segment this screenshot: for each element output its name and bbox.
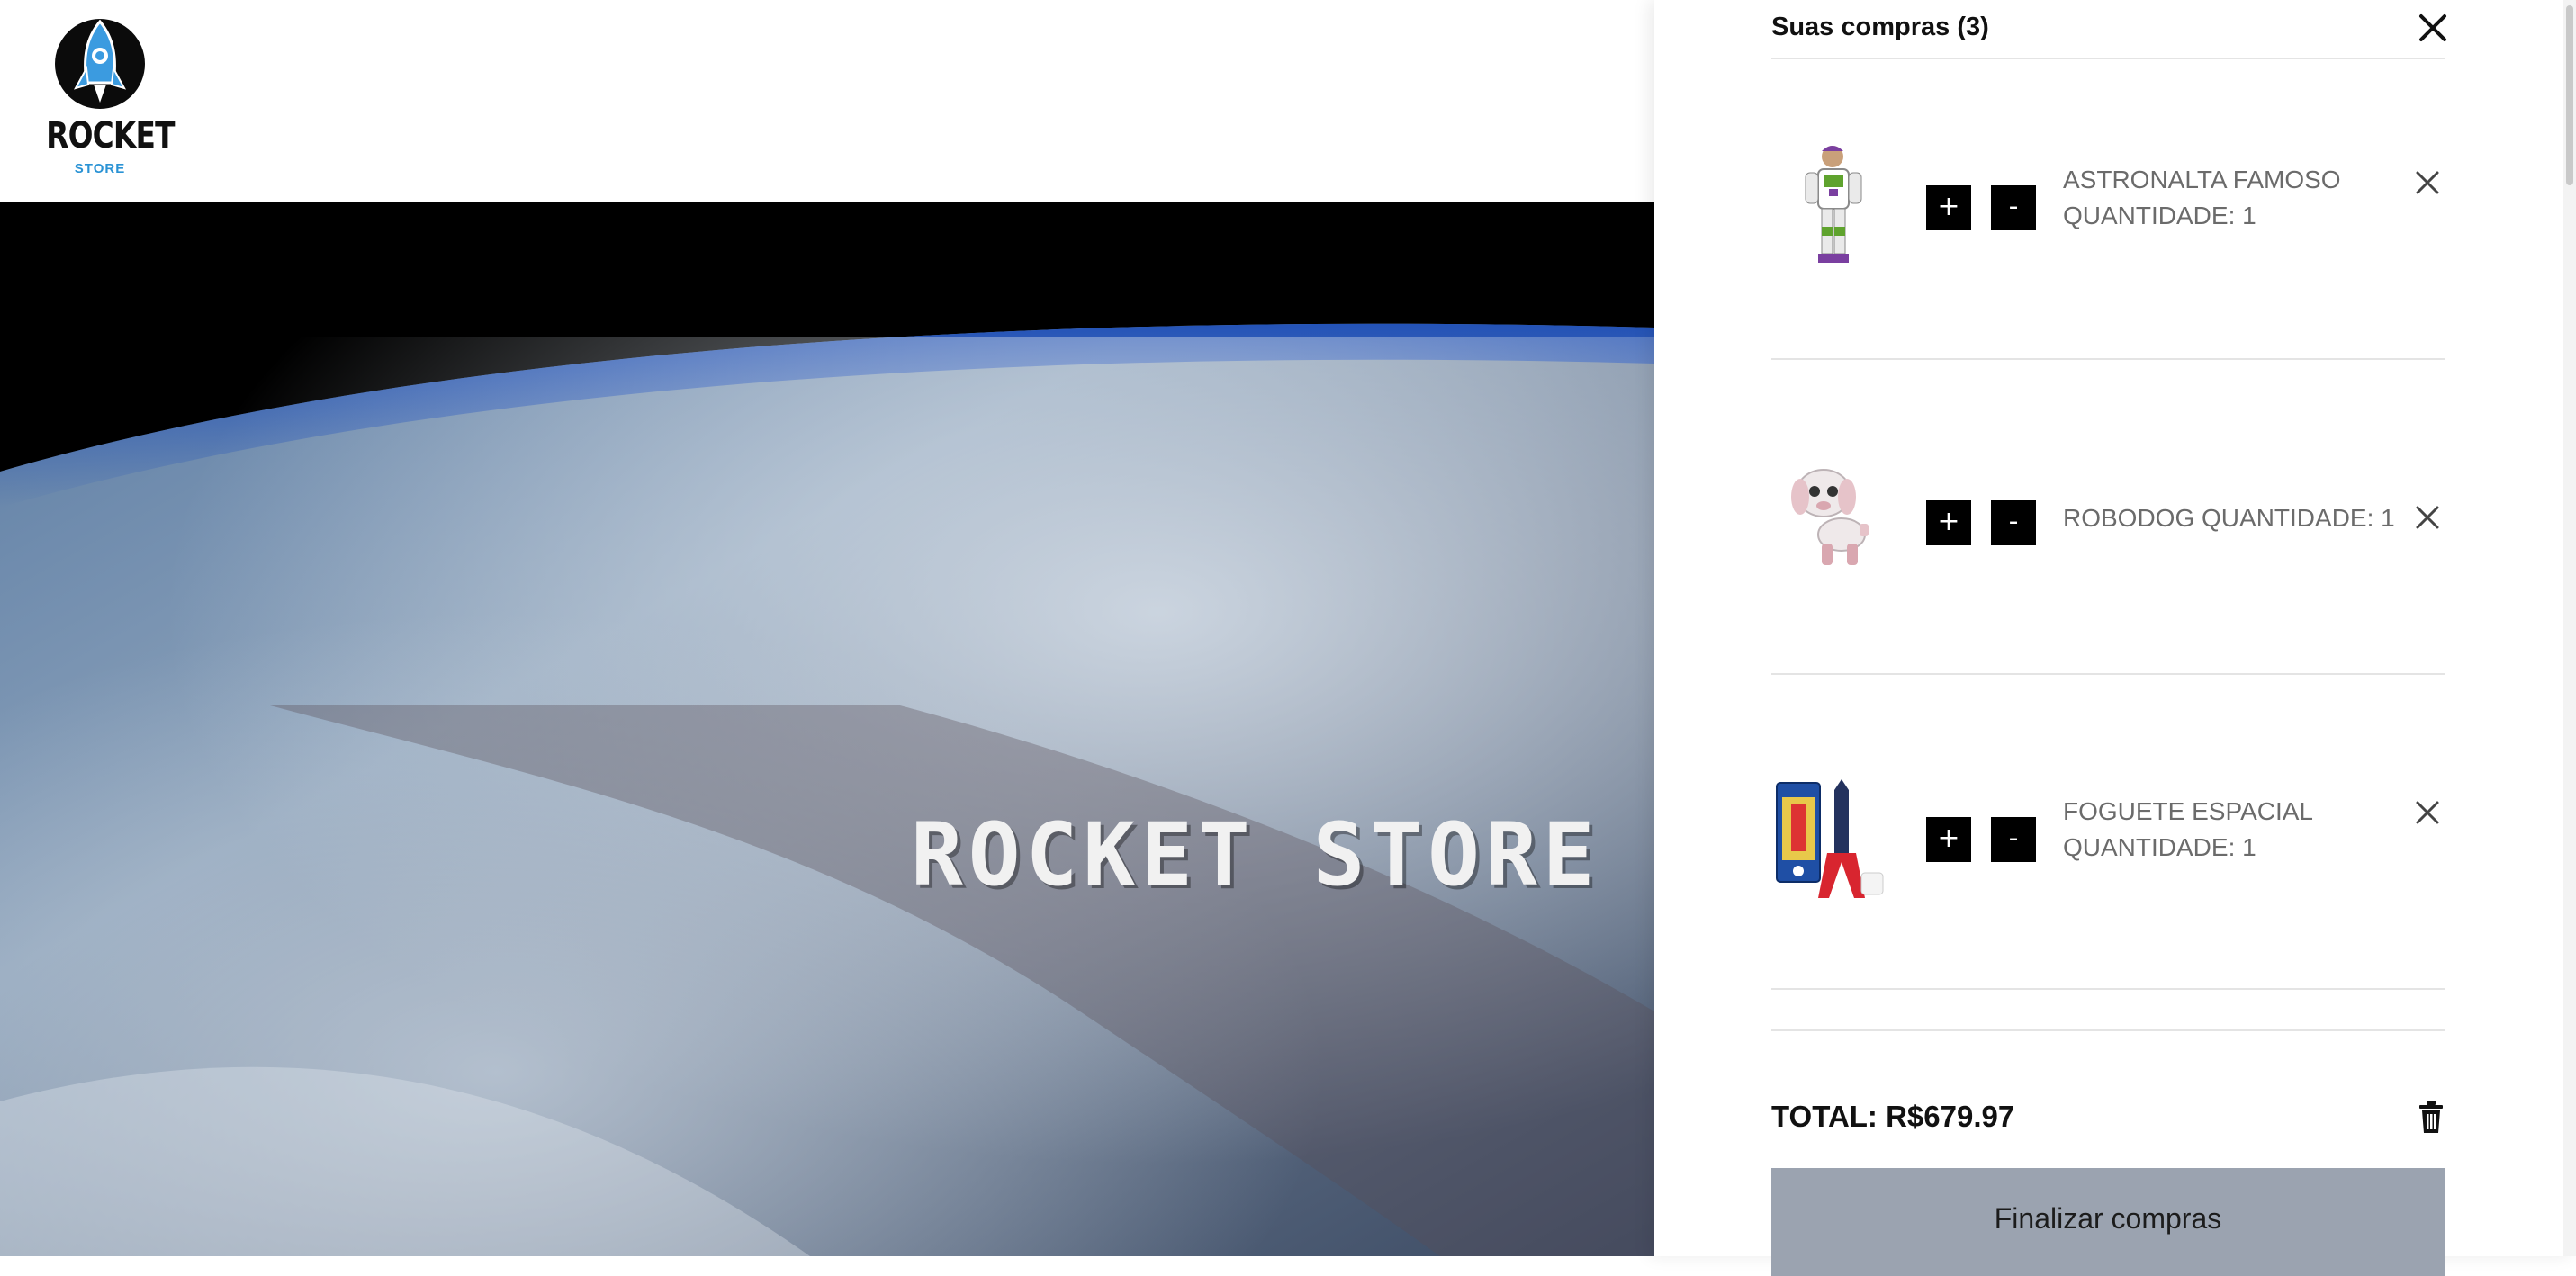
scrollbar-thumb[interactable]	[2566, 5, 2573, 185]
divider	[1771, 58, 2445, 59]
rocket-store-logo[interactable]: ROCKET STORE	[34, 13, 175, 184]
rocket-toy-box-icon	[1776, 779, 1884, 898]
increase-quantity-button[interactable]: +	[1926, 817, 1971, 862]
divider	[1771, 988, 2445, 990]
trash-icon[interactable]	[2418, 1100, 2445, 1134]
hero-title: ROCKET STORE .	[911, 804, 1654, 905]
buzz-lightyear-figure-icon	[1805, 146, 1862, 263]
divider	[1771, 358, 2445, 360]
close-icon[interactable]	[2416, 11, 2450, 45]
logo-wordmark: ROCKET	[46, 115, 175, 157]
remove-item-icon[interactable]	[2412, 167, 2443, 198]
remove-item-icon[interactable]	[2412, 502, 2443, 533]
divider	[1771, 1029, 2445, 1031]
item-name-quantity: ROBODOG QUANTIDADE: 1	[2063, 504, 2395, 532]
increase-quantity-button[interactable]: +	[1926, 500, 1971, 545]
scrollbar[interactable]	[2563, 0, 2576, 1256]
item-name-quantity: FOGUETE ESPACIAL QUANTIDADE: 1	[2063, 797, 2312, 861]
decrease-quantity-button[interactable]: -	[1991, 185, 2036, 230]
cart-total: TOTAL: R$679.97	[1771, 1100, 2015, 1133]
cart-title: Suas compras (3)	[1771, 13, 1989, 41]
rocket-logo-icon	[55, 19, 145, 109]
robot-dog-toy-icon	[1791, 469, 1869, 565]
cart-drawer: Suas compras (3) + - ASTRONALTA FAMOSO Q…	[1654, 0, 2576, 1276]
remove-item-icon[interactable]	[2412, 797, 2443, 828]
item-name-quantity: ASTRONALTA FAMOSO QUANTIDADE: 1	[2063, 166, 2341, 229]
logo-subtext: STORE	[74, 161, 126, 176]
earth-from-space-image	[0, 202, 1654, 1256]
increase-quantity-button[interactable]: +	[1926, 185, 1971, 230]
divider	[1771, 673, 2445, 675]
decrease-quantity-button[interactable]: -	[1991, 817, 2036, 862]
checkout-button[interactable]: Finalizar compras	[1771, 1168, 2445, 1276]
hero-banner: ROCKET STORE .	[0, 202, 1654, 1256]
site-header: ROCKET STORE	[0, 0, 1654, 202]
decrease-quantity-button[interactable]: -	[1991, 500, 2036, 545]
